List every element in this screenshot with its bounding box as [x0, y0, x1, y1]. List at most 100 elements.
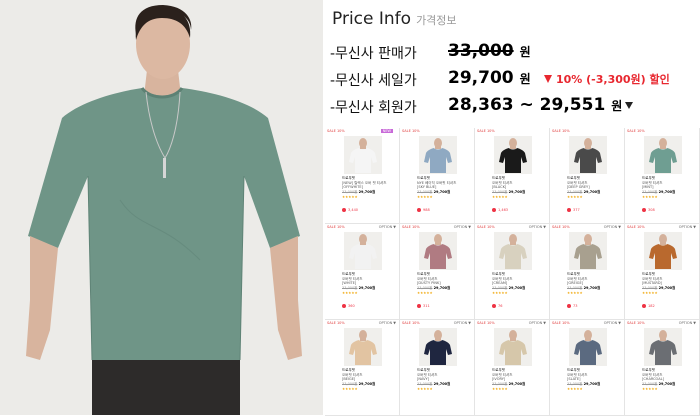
- member-price-value: 28,363 ~ 29,551: [448, 95, 606, 115]
- sale-tag: SALE 10%: [552, 225, 570, 229]
- product-info: 드로우핏 오버핏 티셔츠 [DEEP GREY] 33,000원 29,700원 ★★★…: [567, 176, 613, 200]
- new-badge: NEW: [380, 129, 393, 133]
- product-card[interactable]: SALE 10% 드로우핏 오버핏 티셔츠 [DEEP GREY] 33,000원 29…: [550, 128, 625, 224]
- product-thumbnail[interactable]: [569, 328, 607, 366]
- product-thumbnail[interactable]: [494, 328, 532, 366]
- product-rating: ★★★★★: [342, 386, 358, 391]
- member-price[interactable]: 28,363 ~ 29,551 원: [448, 95, 634, 115]
- retail-price-value: 33,000: [448, 41, 514, 61]
- option-dropdown[interactable]: OPTION ▼: [529, 225, 546, 229]
- product-sale-price: 29,700원: [583, 286, 601, 291]
- price-info-heading: Price Info: [332, 9, 412, 29]
- product-thumbnail[interactable]: [344, 136, 382, 174]
- product-info: 드로우핏 오버핏 티셔츠 [MUSTARD] 33,000원 29,700원 ★★★★★: [642, 272, 688, 296]
- product-likes[interactable]: 308: [642, 208, 655, 212]
- heart-icon: [342, 304, 346, 308]
- product-likes[interactable]: 76: [492, 304, 502, 308]
- product-thumbnail[interactable]: [419, 232, 457, 270]
- sale-tag: SALE 10%: [327, 321, 345, 325]
- product-thumbnail[interactable]: [644, 232, 682, 270]
- product-old-price: 33,000원: [417, 286, 433, 291]
- product-thumbnail[interactable]: [344, 232, 382, 270]
- likes-count: 311: [423, 304, 430, 308]
- product-rating: ★★★★★: [642, 290, 658, 295]
- likes-count: 360: [348, 304, 355, 308]
- product-thumbnail[interactable]: [494, 232, 532, 270]
- product-old-price: 33,000원: [342, 286, 358, 291]
- product-rating: ★★★★★: [492, 194, 508, 199]
- product-likes[interactable]: 377: [567, 208, 580, 212]
- product-thumbnail[interactable]: [644, 136, 682, 174]
- product-sale-price: 29,700원: [433, 190, 451, 195]
- sale-price: 29,700 원: [448, 68, 531, 88]
- product-card[interactable]: SALE 10% OPTION ▼ 드로우핏 오버핏 티셔츠 [GREIGE] 33,00…: [550, 224, 625, 320]
- product-info: 드로우핏 오버핏 티셔츠 [IVORY] 33,000원 29,700원 ★★★★★: [492, 368, 538, 392]
- sale-tag: SALE 10%: [477, 321, 495, 325]
- product-thumbnail[interactable]: [419, 136, 457, 174]
- product-card[interactable]: SALE 10% OPTION ▼ 드로우핏 오버핏 티셔츠 [NAVY] 33,000원…: [400, 320, 475, 416]
- product-card[interactable]: SALE 10% OPTION ▼ 드로우핏 오버핏 티셔츠 [MUSTARD] 33,0…: [625, 224, 700, 320]
- product-card[interactable]: SALE 10% 드로우핏 오버핏 티셔츠 [BLACK] 33,000원 29,700…: [475, 128, 550, 224]
- option-dropdown[interactable]: OPTION ▼: [679, 225, 696, 229]
- product-likes[interactable]: 988: [417, 208, 430, 212]
- product-old-price: 33,000원: [492, 286, 508, 291]
- product-card[interactable]: SALE 10% OPTION ▼ 드로우핏 오버핏 티셔츠 [DUSTY PINK] 3…: [400, 224, 475, 320]
- heart-icon: [417, 304, 421, 308]
- product-likes[interactable]: 73: [567, 304, 577, 308]
- retail-price-label: -무신사 판매가: [330, 46, 417, 62]
- sale-tag: SALE 10%: [477, 129, 495, 133]
- product-card[interactable]: SALE 10% OPTION ▼ 드로우핏 오버핏 티셔츠 [SLATE] 33,000…: [550, 320, 625, 416]
- model-wearing-mint-tshirt: [0, 0, 323, 415]
- product-likes[interactable]: 182: [642, 304, 655, 308]
- option-dropdown[interactable]: OPTION ▼: [604, 321, 621, 325]
- likes-count: 3,440: [348, 208, 359, 212]
- product-likes[interactable]: 3,440: [342, 208, 358, 212]
- option-dropdown[interactable]: OPTION ▼: [454, 225, 471, 229]
- option-dropdown[interactable]: OPTION ▼: [604, 225, 621, 229]
- product-thumbnail[interactable]: [569, 232, 607, 270]
- product-rating: ★★★★★: [492, 290, 508, 295]
- product-thumbnail[interactable]: [644, 328, 682, 366]
- option-dropdown[interactable]: OPTION ▼: [454, 321, 471, 325]
- product-card[interactable]: SALE 10% OPTION ▼ 드로우핏 오버핏 티셔츠 [IVORY] 33,000…: [475, 320, 550, 416]
- member-price-label: -무신사 회원가: [330, 100, 417, 116]
- product-thumbnail[interactable]: [419, 328, 457, 366]
- product-thumbnail[interactable]: [494, 136, 532, 174]
- sale-price-label: -무신사 세일가: [330, 73, 417, 89]
- product-card[interactable]: SALE 10% OPTION ▼ 드로우핏 오버핏 티셔츠 [CHARCOAL] 33,…: [625, 320, 700, 416]
- retail-price-unit: 원: [519, 45, 531, 59]
- product-rating: ★★★★★: [492, 386, 508, 391]
- product-thumbnail[interactable]: [569, 136, 607, 174]
- product-old-price: 33,000원: [567, 382, 583, 387]
- product-likes[interactable]: 311: [417, 304, 430, 308]
- likes-count: 182: [648, 304, 655, 308]
- product-card[interactable]: SALE 10% OPTION ▼ 드로우핏 오버핏 티셔츠 [WHITE] 33,000…: [325, 224, 400, 320]
- sale-tag: SALE 10%: [552, 129, 570, 133]
- product-card[interactable]: SALE 10% NEW 드로우핏 [NEW] 릴렉스 오버 핏 티셔츠 [OFFWHI…: [325, 128, 400, 224]
- sale-tag: SALE 10%: [627, 129, 645, 133]
- arrow-down-icon: [544, 75, 552, 83]
- product-card[interactable]: SALE 10% 드로우핏 NYE 베이직 오버핏 티셔츠 [SKY BLUE] 33,…: [400, 128, 475, 224]
- option-dropdown[interactable]: OPTION ▼: [379, 321, 396, 325]
- product-card[interactable]: SALE 10% OPTION ▼ 드로우핏 오버핏 티셔츠 [CREAM] 33,000…: [475, 224, 550, 320]
- heart-icon: [642, 304, 646, 308]
- product-sale-price: 29,700원: [433, 286, 451, 291]
- product-sale-price: 29,700원: [583, 382, 601, 387]
- product-info: 드로우핏 오버핏 티셔츠 [CREAM] 33,000원 29,700원 ★★★★★: [492, 272, 538, 296]
- product-rating: ★★★★★: [567, 290, 583, 295]
- price-info-title: Price Info 가격정보: [332, 9, 457, 29]
- product-thumbnail[interactable]: [344, 328, 382, 366]
- product-sale-price: 29,700원: [358, 190, 376, 195]
- product-info: 드로우핏 오버핏 티셔츠 [NAVY] 33,000원 29,700원 ★★★★★: [417, 368, 463, 392]
- product-info: 드로우핏 오버핏 티셔츠 [BEIGE] 33,000원 29,700원 ★★★★★: [342, 368, 388, 392]
- caret-down-icon[interactable]: [625, 102, 634, 109]
- option-dropdown[interactable]: OPTION ▼: [529, 321, 546, 325]
- heart-icon: [492, 304, 496, 308]
- product-card[interactable]: SALE 10% OPTION ▼ 드로우핏 오버핏 티셔츠 [BEIGE] 33,000…: [325, 320, 400, 416]
- product-likes[interactable]: 360: [342, 304, 355, 308]
- product-card[interactable]: SALE 10% 드로우핏 오버핏 티셔츠 [MINT] 33,000원 29,700원…: [625, 128, 700, 224]
- product-old-price: 33,000원: [342, 382, 358, 387]
- product-likes[interactable]: 1,463: [492, 208, 508, 212]
- option-dropdown[interactable]: OPTION ▼: [379, 225, 396, 229]
- option-dropdown[interactable]: OPTION ▼: [679, 321, 696, 325]
